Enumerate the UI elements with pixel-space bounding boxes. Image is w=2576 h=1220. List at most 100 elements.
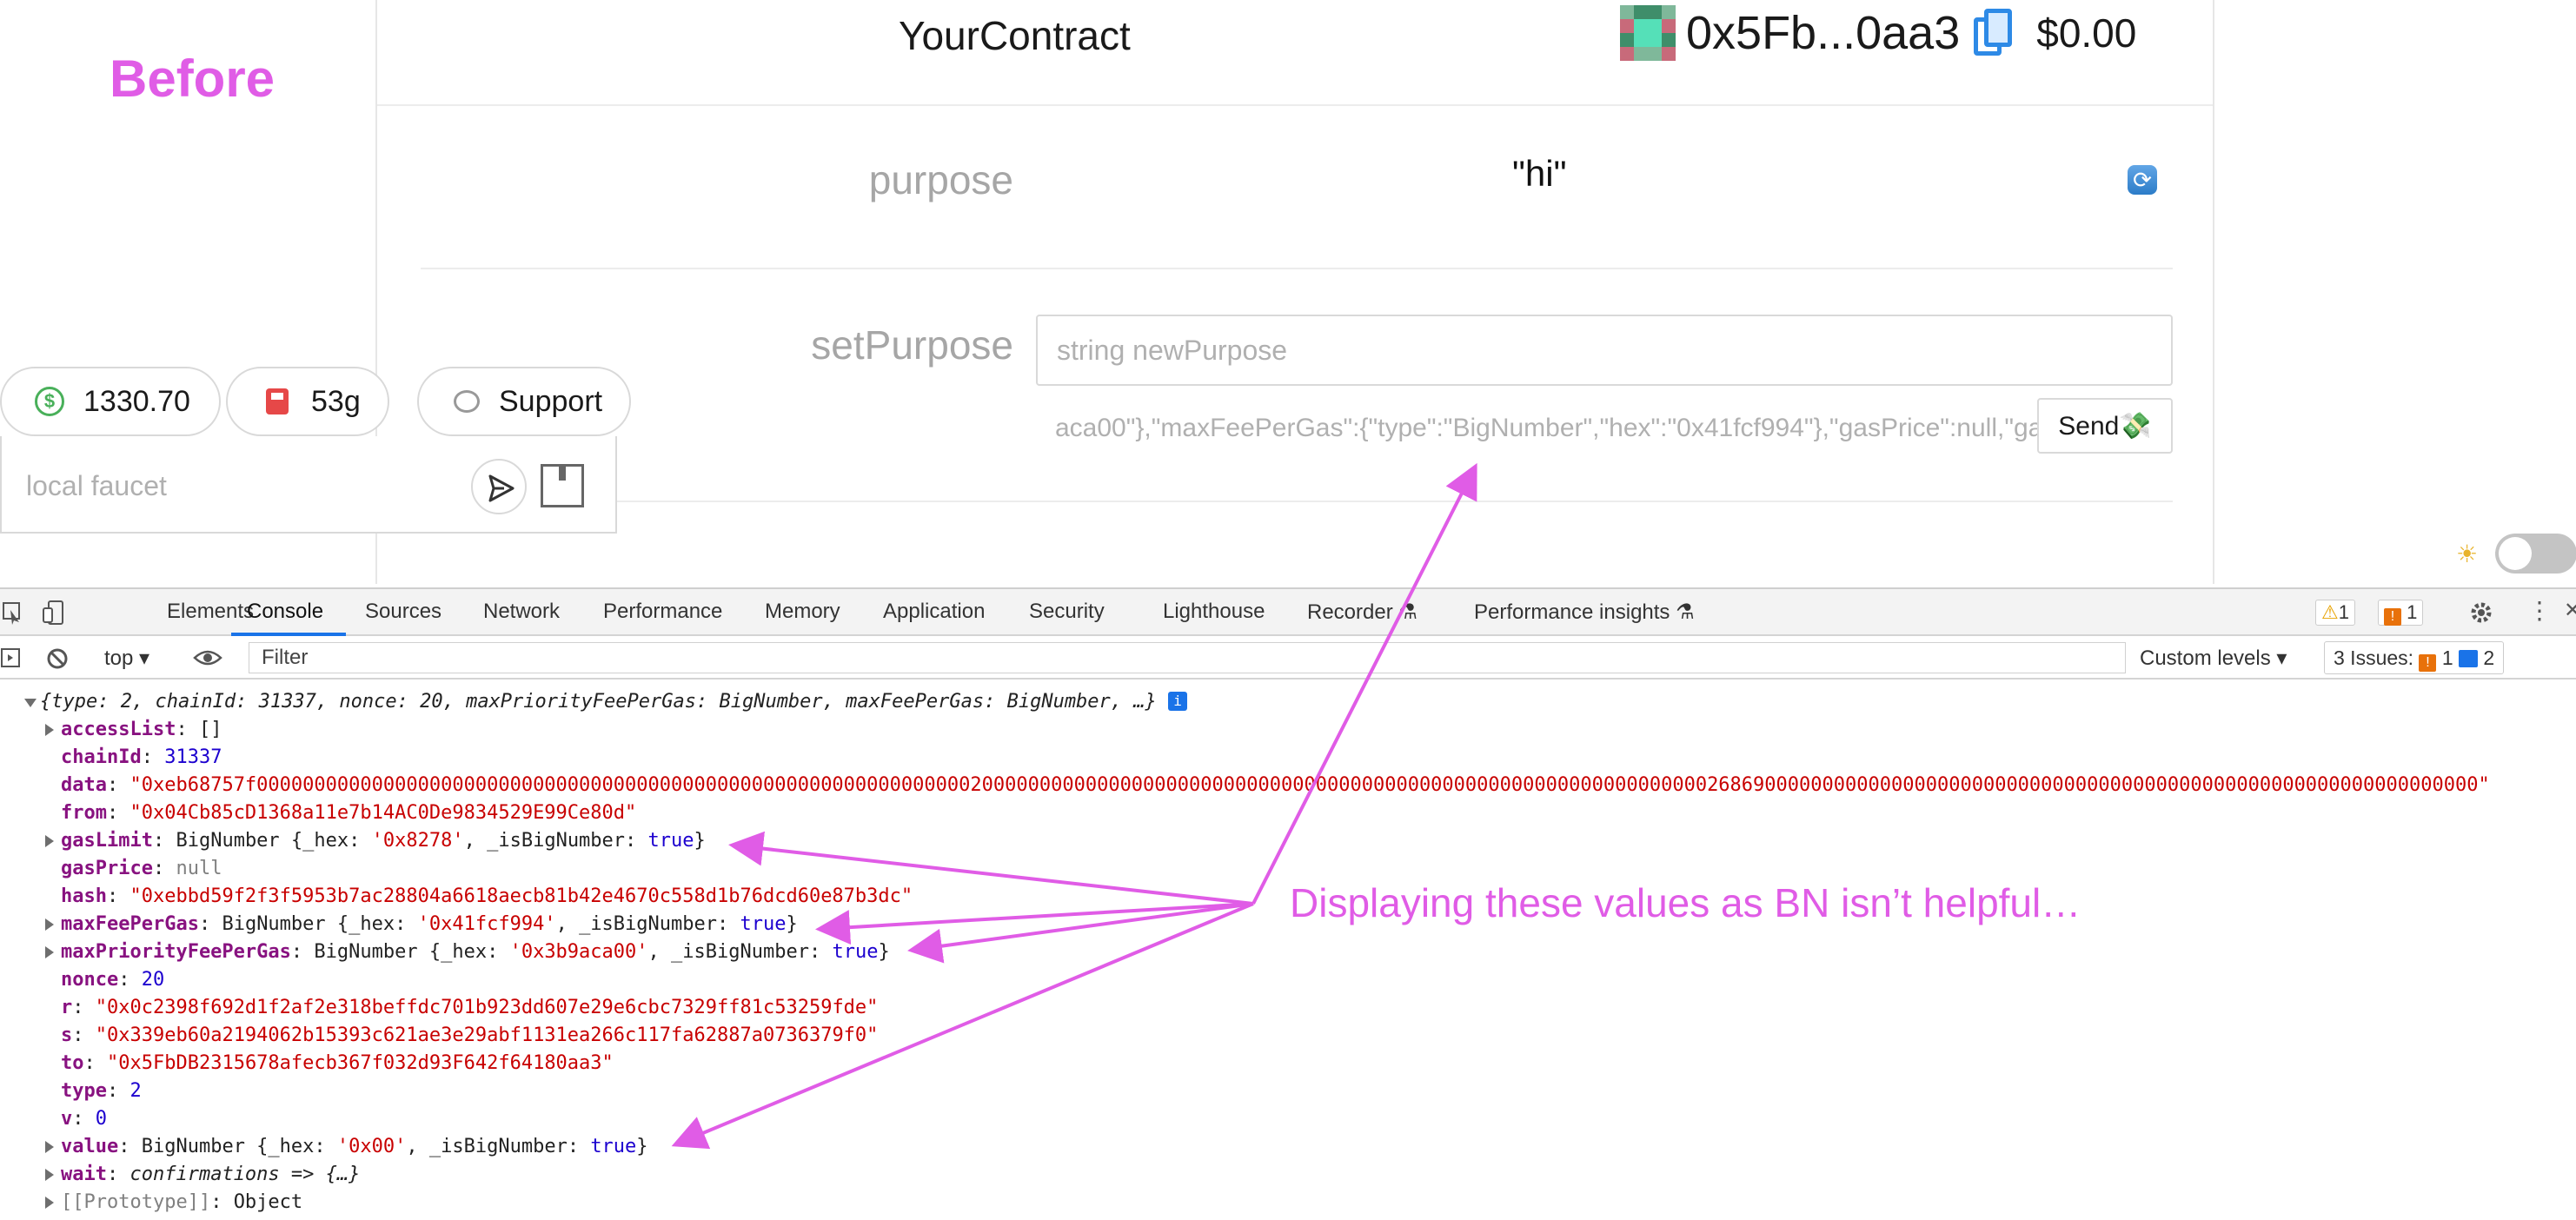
copy-icon[interactable] xyxy=(1974,7,2015,59)
theme-toggle[interactable]: ☀ xyxy=(2456,534,2576,574)
expand-arrow-icon[interactable] xyxy=(45,1141,54,1153)
eth-price-pill[interactable]: $ 1330.70 xyxy=(0,367,221,436)
tab-performance-insights-label: Performance insights xyxy=(1474,600,1670,624)
issues-info-icon xyxy=(2459,650,2479,667)
gas-price-pill[interactable]: 53g xyxy=(226,367,389,436)
expand-arrow-icon[interactable] xyxy=(45,946,54,958)
tab-application[interactable]: Application xyxy=(883,600,985,624)
support-button[interactable]: Support xyxy=(417,367,631,436)
property-value-end: } xyxy=(786,913,798,935)
property-value: 2 xyxy=(129,1080,142,1102)
property-value: [] xyxy=(198,719,222,740)
console-property-row[interactable]: value: BigNumber {_hex: '0x00', _isBigNu… xyxy=(61,1133,648,1161)
faucet-address-input[interactable] xyxy=(26,462,443,509)
account-address[interactable]: 0x5Fb...0aa3 xyxy=(1686,6,1960,60)
faucet-send-button[interactable] xyxy=(471,459,527,514)
console-property-row[interactable]: [[Prototype]]: Object xyxy=(61,1189,302,1217)
context-selector[interactable]: top ▾ xyxy=(104,646,149,671)
device-toolbar-icon[interactable] xyxy=(42,600,68,626)
console-property-row: v: 0 xyxy=(61,1108,107,1130)
theme-switch[interactable] xyxy=(2495,534,2576,574)
log-levels-dropdown[interactable]: Custom levels ▾ xyxy=(2140,646,2287,671)
expand-arrow-icon[interactable] xyxy=(45,724,54,736)
wallet-icon[interactable] xyxy=(541,464,584,507)
settings-gear-icon[interactable] xyxy=(2468,600,2494,626)
console-property-row[interactable]: maxFeePerGas: BigNumber {_hex: '0x41fcf9… xyxy=(61,911,798,938)
property-value: "0xeb68757f00000000000000000000000000000… xyxy=(129,774,2490,796)
console-property-row: from: "0x04Cb85cD1368a11e7b14AC0De983452… xyxy=(61,802,637,824)
property-key: s xyxy=(61,1024,73,1046)
property-key: accessList xyxy=(61,719,176,740)
issues-info-count: 2 xyxy=(2483,646,2495,669)
close-devtools-icon[interactable]: ✕ xyxy=(2564,598,2576,623)
context-value: top xyxy=(104,646,134,670)
console-property-row: nonce: 20 xyxy=(61,969,165,991)
tab-security[interactable]: Security xyxy=(1029,600,1105,624)
console-property-row: data: "0xeb68757f00000000000000000000000… xyxy=(61,774,2490,796)
send-icon xyxy=(488,474,515,502)
expand-arrow-icon[interactable] xyxy=(45,1169,54,1181)
console-property-row[interactable]: maxPriorityFeePerGas: BigNumber {_hex: '… xyxy=(61,938,890,966)
property-value-suffix: , _isBigNumber: xyxy=(463,830,648,852)
tab-elements[interactable]: Elements xyxy=(167,600,254,624)
inspect-element-icon[interactable] xyxy=(2,600,23,626)
chevron-down-icon: ▾ xyxy=(2276,646,2287,670)
expand-arrow-icon[interactable] xyxy=(45,1197,54,1209)
property-value-bool: true xyxy=(590,1136,637,1157)
gas-price-value: 53g xyxy=(311,384,361,418)
eye-icon[interactable] xyxy=(193,646,222,669)
property-value-end: } xyxy=(694,830,706,852)
console-property-row[interactable]: accessList: [] xyxy=(61,716,222,744)
issues-button[interactable]: 3 Issues: ! 1 2 xyxy=(2324,641,2505,674)
console-object-summary[interactable]: {type: 2, chainId: 31337, nonce: 20, max… xyxy=(40,688,1188,716)
tab-lighthouse[interactable]: Lighthouse xyxy=(1163,600,1265,624)
console-property-row: r: "0x0c2398f692d1f2af2e318beffdc701b923… xyxy=(61,997,879,1018)
more-options-icon[interactable]: ⋮ xyxy=(2527,596,2552,625)
property-value: "0x0c2398f692d1f2af2e318beffdc701b923dd6… xyxy=(95,997,879,1018)
issues-label: 3 Issues: xyxy=(2334,646,2414,669)
property-key: v xyxy=(61,1108,73,1130)
property-value-value-prefix: BigNumber {_hex: xyxy=(222,913,418,935)
expand-arrow-icon[interactable] xyxy=(45,918,54,931)
warnings-badge[interactable]: ⚠1 xyxy=(2315,600,2355,626)
property-value-hex: '0x3b9aca00' xyxy=(509,941,648,963)
annotation-note: Displaying these values as BN isn’t help… xyxy=(1290,880,2081,925)
console-filter-input[interactable] xyxy=(249,642,2126,673)
expand-arrow-icon[interactable] xyxy=(45,835,54,847)
devtools-tab-bar: Elements Console Sources Network Perform… xyxy=(0,587,2576,636)
clear-console-icon[interactable] xyxy=(45,646,70,671)
before-label: Before xyxy=(110,50,276,108)
property-key: gasPrice xyxy=(61,858,153,879)
property-value-value-prefix: BigNumber {_hex: xyxy=(141,1136,337,1157)
purpose-row: purpose "hi" ⟳ xyxy=(421,108,2173,269)
console-property-row[interactable]: gasLimit: BigNumber {_hex: '0x8278', _is… xyxy=(61,827,706,855)
contract-name: YourContract xyxy=(899,13,1131,58)
property-value: null xyxy=(176,858,222,879)
tab-memory[interactable]: Memory xyxy=(765,600,840,624)
account-display: 0x5Fb...0aa3 $0.00 xyxy=(1620,3,2136,63)
tab-performance-insights[interactable]: Performance insights ⚗ xyxy=(1474,600,1695,625)
errors-badge[interactable]: ! 1 xyxy=(2378,600,2424,626)
tab-console[interactable]: Console xyxy=(247,600,323,624)
property-key: hash xyxy=(61,885,107,907)
console-property-row: to: "0x5FbDB2315678afecb367f032d93F642f6… xyxy=(61,1052,614,1074)
flask-icon: ⚗ xyxy=(1676,600,1695,624)
sidebar-toggle-icon[interactable] xyxy=(0,646,23,669)
tab-performance[interactable]: Performance xyxy=(603,600,722,624)
property-key: maxFeePerGas xyxy=(61,913,199,935)
tab-network[interactable]: Network xyxy=(483,600,560,624)
collapse-arrow-icon[interactable] xyxy=(24,699,37,707)
warnings-count: 1 xyxy=(2338,601,2349,623)
property-key: from xyxy=(61,802,107,824)
new-purpose-input[interactable] xyxy=(1036,315,2173,386)
property-value-end: } xyxy=(878,941,890,963)
property-value-suffix: , _isBigNumber: xyxy=(406,1136,591,1157)
property-value: Object xyxy=(233,1191,303,1213)
refresh-icon[interactable]: ⟳ xyxy=(2128,165,2157,195)
tab-recorder[interactable]: Recorder ⚗ xyxy=(1307,600,1417,625)
property-key: maxPriorityFeePerGas xyxy=(61,941,291,963)
tab-sources[interactable]: Sources xyxy=(365,600,442,624)
send-button[interactable]: Send💸 xyxy=(2037,398,2173,454)
property-value-bool: true xyxy=(740,913,787,935)
console-property-row[interactable]: wait: confirmations => {…} xyxy=(61,1161,360,1189)
